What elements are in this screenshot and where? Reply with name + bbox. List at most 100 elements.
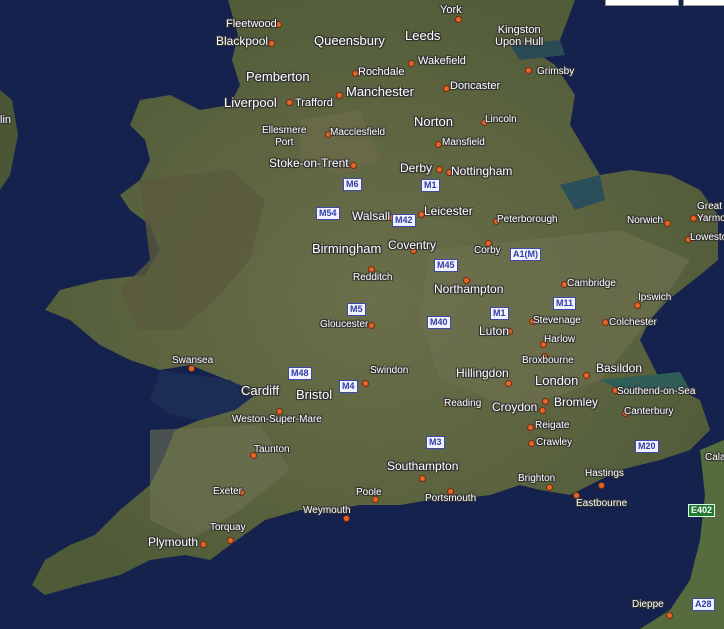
city-label-calais: Cala — [705, 452, 724, 463]
city-label-luton: Luton — [479, 324, 510, 338]
city-label-norton: Norton — [414, 114, 454, 129]
city-label-reading: Reading — [444, 398, 482, 409]
city-label-dieppe: Dieppe — [632, 599, 664, 610]
map-control-box-2[interactable] — [683, 0, 724, 6]
city-label-lin: lin — [0, 114, 12, 126]
city-label-reigate: Reigate — [535, 420, 570, 431]
road-shield-m11: M11 — [553, 297, 577, 310]
city-label-poole: Poole — [356, 487, 382, 498]
road-shield-m54: M54 — [316, 207, 340, 220]
city-label-southampton: Southampton — [387, 459, 459, 473]
city-dot — [419, 475, 426, 482]
ellesmere-line: Ellesmere Port — [262, 125, 307, 148]
city-label-cardiff: Cardiff — [241, 383, 280, 398]
city-dot — [436, 166, 443, 173]
city-label-broxbourne: Broxbourne — [522, 355, 574, 366]
city-label-peterborough: Peterborough — [497, 214, 558, 225]
city-label-weymouth: Weymouth — [303, 505, 351, 516]
city-label-bromley: Bromley — [554, 395, 599, 409]
city-label-taunton: Taunton — [254, 444, 290, 455]
city-label-lowestoft: Lowesto — [690, 232, 724, 243]
city-label-stevenage: Stevenage — [533, 315, 581, 326]
city-dot — [542, 398, 549, 405]
city-dot — [362, 380, 369, 387]
city-label-weston: Weston-Super-Mare — [232, 414, 322, 425]
city-label-derby: Derby — [400, 161, 433, 175]
city-dot — [598, 482, 605, 489]
road-shield-m1-south: M1 — [490, 307, 509, 320]
city-dot — [664, 220, 671, 227]
city-label-canterbury: Canterbury — [624, 406, 674, 417]
city-label-redditch: Redditch — [353, 272, 393, 283]
city-label-northampton: Northampton — [434, 282, 504, 296]
city-dot — [666, 612, 673, 619]
city-label-blackpool: Blackpool — [216, 34, 269, 48]
city-label-norwich: Norwich — [627, 215, 664, 226]
city-dot — [690, 215, 697, 222]
city-label-ipswich: Ipswich — [638, 292, 672, 303]
city-label-swindon: Swindon — [370, 365, 409, 376]
city-label-eastbourne: Eastbourne — [576, 498, 628, 509]
road-shield-m1: M1 — [421, 179, 440, 192]
city-dot — [408, 60, 415, 67]
city-label-york: York — [440, 4, 462, 16]
city-dot — [455, 16, 462, 23]
city-label-london: London — [535, 373, 579, 388]
city-dot — [546, 484, 553, 491]
road-shield-m3: M3 — [426, 436, 445, 449]
road-shield-m4: M4 — [339, 380, 358, 393]
road-shield-e402: E402 — [688, 504, 716, 517]
city-label-great-yarmouth: Great Yarmouth — [697, 201, 724, 225]
city-label-swansea: Swansea — [172, 355, 214, 366]
city-dot — [583, 372, 590, 379]
city-dot — [602, 319, 609, 326]
city-dot — [527, 424, 534, 431]
city-label-ellesmere: Ellesmere Port — [262, 125, 306, 149]
city-label-harlow: Harlow — [544, 334, 576, 345]
city-label-portsmouth: Portsmouth — [425, 493, 477, 504]
city-label-coventry: Coventry — [388, 238, 437, 252]
city-dot — [200, 541, 207, 548]
road-shield-m6: M6 — [343, 178, 362, 191]
road-shield-m48: M48 — [288, 367, 312, 380]
city-dot — [227, 537, 234, 544]
road-shield-m40: M40 — [427, 316, 451, 329]
road-shield-m20: M20 — [635, 440, 659, 453]
city-label-basildon: Basildon — [596, 361, 643, 375]
city-label-plymouth: Plymouth — [148, 535, 199, 549]
city-dot — [286, 99, 293, 106]
city-dot — [443, 85, 450, 92]
road-shield-m45: M45 — [434, 259, 458, 272]
city-dot — [528, 440, 535, 447]
city-label-liverpool: Liverpool — [224, 95, 277, 110]
city-label-pemberton: Pemberton — [246, 69, 310, 84]
city-dot — [268, 40, 275, 47]
city-label-kingston: Kingston Upon Hull — [495, 24, 543, 48]
road-shield-a1m: A1(M) — [510, 248, 541, 261]
satellite-map[interactable]: York Fleetwood Blackpool Queensbury Leed… — [0, 0, 724, 629]
city-label-torquay: Torquay — [210, 522, 246, 533]
city-label-wakefield: Wakefield — [418, 55, 466, 67]
city-label-hillingdon: Hillingdon — [456, 366, 509, 380]
city-label-stoke: Stoke-on-Trent — [269, 156, 349, 170]
city-label-croydon: Croydon — [492, 400, 538, 414]
city-label-gloucester: Gloucester — [320, 319, 369, 330]
city-label-macclesfield: Macclesfield — [330, 127, 386, 138]
city-dot — [539, 407, 546, 414]
city-label-walsall: Walsall — [352, 209, 391, 223]
city-label-mansfield: Mansfield — [442, 137, 485, 148]
map-control-box[interactable] — [605, 0, 679, 6]
city-label-leicester: Leicester — [424, 204, 473, 218]
city-label-manchester: Manchester — [346, 84, 414, 99]
city-label-fleetwood: Fleetwood — [226, 18, 277, 30]
road-shield-a28: A28 — [692, 598, 715, 611]
city-label-leeds: Leeds — [405, 28, 441, 43]
city-label-colchester: Colchester — [609, 317, 657, 328]
city-label-cambridge: Cambridge — [567, 278, 616, 289]
city-dot — [435, 141, 442, 148]
city-dot — [336, 92, 343, 99]
city-label-trafford: Trafford — [295, 97, 333, 109]
road-shield-m5: M5 — [347, 303, 366, 316]
city-label-nottingham: Nottingham — [451, 164, 513, 178]
city-label-hastings: Hastings — [585, 468, 624, 479]
